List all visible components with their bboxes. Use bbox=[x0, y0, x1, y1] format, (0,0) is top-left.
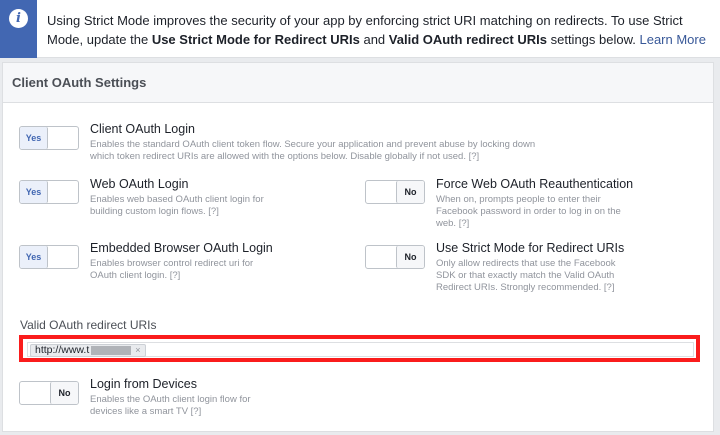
strict-mode-toggle[interactable]: No bbox=[365, 245, 425, 269]
remove-token-icon[interactable]: × bbox=[135, 345, 140, 355]
toggle-state: No bbox=[50, 382, 78, 404]
web-oauth-login-title: Web OAuth Login bbox=[90, 177, 189, 191]
panel-header: Client OAuth Settings bbox=[3, 63, 713, 103]
force-reauth-toggle[interactable]: No bbox=[365, 180, 425, 204]
login-from-devices-desc: Enables the OAuth client login flow for … bbox=[90, 394, 251, 417]
banner-bold-strict-mode: Use Strict Mode for Redirect URIs bbox=[151, 32, 360, 47]
embedded-browser-oauth-desc: Enables browser control redirect uri for… bbox=[90, 258, 254, 281]
embedded-browser-oauth-toggle[interactable]: Yes bbox=[19, 245, 79, 269]
info-icon: i bbox=[9, 9, 28, 28]
redirect-uris-highlight: http://www.t × bbox=[19, 335, 700, 362]
force-reauth-title: Force Web OAuth Reauthentication bbox=[436, 177, 634, 191]
toggle-state: Yes bbox=[20, 127, 48, 149]
redirect-uris-input[interactable]: http://www.t × bbox=[27, 342, 694, 357]
login-from-devices-toggle[interactable]: No bbox=[19, 381, 79, 405]
banner-text: settings below. bbox=[546, 32, 640, 47]
banner-text: and bbox=[359, 32, 389, 47]
toggle-state: No bbox=[396, 181, 424, 203]
login-from-devices-title: Login from Devices bbox=[90, 377, 197, 391]
redirect-uris-label: Valid OAuth redirect URIs bbox=[20, 318, 157, 332]
learn-more-link[interactable]: Learn More bbox=[639, 32, 705, 47]
embedded-browser-oauth-title: Embedded Browser OAuth Login bbox=[90, 241, 273, 255]
strict-mode-title: Use Strict Mode for Redirect URIs bbox=[436, 241, 625, 255]
redirect-uri-value: http://www.t bbox=[35, 344, 90, 356]
redacted-block bbox=[91, 345, 132, 355]
banner-bold-redirect-uris: Valid OAuth redirect URIs bbox=[388, 32, 547, 47]
force-reauth-desc: When on, prompts people to enter their F… bbox=[436, 194, 621, 229]
toggle-state: Yes bbox=[20, 181, 48, 203]
toggle-state: No bbox=[396, 246, 424, 268]
client-oauth-login-desc: Enables the standard OAuth client token … bbox=[90, 139, 536, 162]
strict-mode-banner: i Using Strict Mode improves the securit… bbox=[0, 0, 720, 58]
banner-message: Using Strict Mode improves the security … bbox=[47, 11, 715, 49]
panel-title: Client OAuth Settings bbox=[12, 75, 147, 90]
info-icon-box: i bbox=[0, 0, 37, 58]
strict-mode-desc: Only allow redirects that use the Facebo… bbox=[436, 258, 616, 293]
web-oauth-login-toggle[interactable]: Yes bbox=[19, 180, 79, 204]
client-oauth-login-toggle[interactable]: Yes bbox=[19, 126, 79, 150]
web-oauth-login-desc: Enables web based OAuth client login for… bbox=[90, 194, 264, 217]
client-oauth-login-title: Client OAuth Login bbox=[90, 122, 195, 136]
redirect-uri-token[interactable]: http://www.t × bbox=[30, 344, 146, 357]
toggle-state: Yes bbox=[20, 246, 48, 268]
client-oauth-panel: Client OAuth Settings Yes Client OAuth L… bbox=[2, 62, 714, 432]
